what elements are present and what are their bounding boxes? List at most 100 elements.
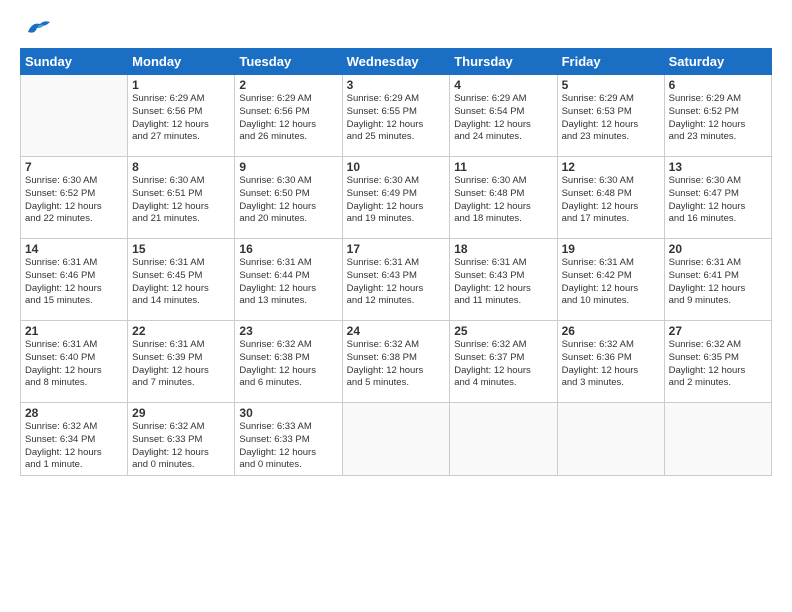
day-info: Sunrise: 6:31 AM Sunset: 6:44 PM Dayligh… [239, 257, 337, 308]
day-info: Sunrise: 6:30 AM Sunset: 6:48 PM Dayligh… [454, 175, 552, 226]
day-number: 16 [239, 242, 337, 256]
calendar-cell: 15Sunrise: 6:31 AM Sunset: 6:45 PM Dayli… [128, 239, 235, 321]
col-header-saturday: Saturday [664, 49, 771, 75]
day-number: 28 [25, 406, 123, 420]
day-number: 2 [239, 78, 337, 92]
day-number: 17 [347, 242, 446, 256]
calendar-cell: 26Sunrise: 6:32 AM Sunset: 6:36 PM Dayli… [557, 321, 664, 403]
calendar-cell [557, 403, 664, 476]
day-number: 13 [669, 160, 767, 174]
calendar-cell: 5Sunrise: 6:29 AM Sunset: 6:53 PM Daylig… [557, 75, 664, 157]
day-number: 4 [454, 78, 552, 92]
day-number: 7 [25, 160, 123, 174]
calendar-cell: 25Sunrise: 6:32 AM Sunset: 6:37 PM Dayli… [450, 321, 557, 403]
day-number: 29 [132, 406, 230, 420]
calendar-cell: 18Sunrise: 6:31 AM Sunset: 6:43 PM Dayli… [450, 239, 557, 321]
col-header-monday: Monday [128, 49, 235, 75]
calendar-cell: 17Sunrise: 6:31 AM Sunset: 6:43 PM Dayli… [342, 239, 450, 321]
calendar-cell: 13Sunrise: 6:30 AM Sunset: 6:47 PM Dayli… [664, 157, 771, 239]
day-number: 12 [562, 160, 660, 174]
day-number: 20 [669, 242, 767, 256]
day-info: Sunrise: 6:32 AM Sunset: 6:35 PM Dayligh… [669, 339, 767, 390]
calendar-cell: 24Sunrise: 6:32 AM Sunset: 6:38 PM Dayli… [342, 321, 450, 403]
day-number: 15 [132, 242, 230, 256]
day-number: 5 [562, 78, 660, 92]
col-header-thursday: Thursday [450, 49, 557, 75]
day-number: 23 [239, 324, 337, 338]
day-number: 18 [454, 242, 552, 256]
calendar-cell: 23Sunrise: 6:32 AM Sunset: 6:38 PM Dayli… [235, 321, 342, 403]
week-row-5: 28Sunrise: 6:32 AM Sunset: 6:34 PM Dayli… [21, 403, 772, 476]
calendar-cell: 3Sunrise: 6:29 AM Sunset: 6:55 PM Daylig… [342, 75, 450, 157]
day-info: Sunrise: 6:29 AM Sunset: 6:54 PM Dayligh… [454, 93, 552, 144]
calendar-cell: 29Sunrise: 6:32 AM Sunset: 6:33 PM Dayli… [128, 403, 235, 476]
day-info: Sunrise: 6:32 AM Sunset: 6:38 PM Dayligh… [239, 339, 337, 390]
day-number: 25 [454, 324, 552, 338]
week-row-3: 14Sunrise: 6:31 AM Sunset: 6:46 PM Dayli… [21, 239, 772, 321]
day-info: Sunrise: 6:30 AM Sunset: 6:48 PM Dayligh… [562, 175, 660, 226]
logo [20, 18, 54, 38]
day-info: Sunrise: 6:31 AM Sunset: 6:41 PM Dayligh… [669, 257, 767, 308]
calendar-cell: 11Sunrise: 6:30 AM Sunset: 6:48 PM Dayli… [450, 157, 557, 239]
day-info: Sunrise: 6:32 AM Sunset: 6:38 PM Dayligh… [347, 339, 446, 390]
calendar-cell: 22Sunrise: 6:31 AM Sunset: 6:39 PM Dayli… [128, 321, 235, 403]
day-number: 10 [347, 160, 446, 174]
day-info: Sunrise: 6:29 AM Sunset: 6:55 PM Dayligh… [347, 93, 446, 144]
day-info: Sunrise: 6:32 AM Sunset: 6:37 PM Dayligh… [454, 339, 552, 390]
day-info: Sunrise: 6:30 AM Sunset: 6:52 PM Dayligh… [25, 175, 123, 226]
day-info: Sunrise: 6:30 AM Sunset: 6:50 PM Dayligh… [239, 175, 337, 226]
day-info: Sunrise: 6:32 AM Sunset: 6:33 PM Dayligh… [132, 421, 230, 472]
day-number: 30 [239, 406, 337, 420]
calendar-cell: 7Sunrise: 6:30 AM Sunset: 6:52 PM Daylig… [21, 157, 128, 239]
week-row-1: 1 Sunrise: 6:29 AM Sunset: 6:56 PM Daylig… [21, 75, 772, 157]
day-info: Sunrise: 6:33 AM Sunset: 6:33 PM Dayligh… [239, 421, 337, 472]
calendar-cell: 1Sunrise: 6:29 AM Sunset: 6:56 PM Daylig… [128, 75, 235, 157]
day-info: Sunrise: 6:31 AM Sunset: 6:39 PM Dayligh… [132, 339, 230, 390]
day-info: Sunrise: 6:31 AM Sunset: 6:40 PM Dayligh… [25, 339, 123, 390]
page: SundayMondayTuesdayWednesdayThursdayFrid… [0, 0, 792, 612]
week-row-2: 7Sunrise: 6:30 AM Sunset: 6:52 PM Daylig… [21, 157, 772, 239]
col-header-tuesday: Tuesday [235, 49, 342, 75]
calendar-cell [450, 403, 557, 476]
day-number: 19 [562, 242, 660, 256]
calendar-cell: 21Sunrise: 6:31 AM Sunset: 6:40 PM Dayli… [21, 321, 128, 403]
day-info: Sunrise: 6:30 AM Sunset: 6:47 PM Dayligh… [669, 175, 767, 226]
calendar-cell [664, 403, 771, 476]
calendar-cell: 20Sunrise: 6:31 AM Sunset: 6:41 PM Dayli… [664, 239, 771, 321]
day-info: Sunrise: 6:32 AM Sunset: 6:36 PM Dayligh… [562, 339, 660, 390]
calendar-cell: 19Sunrise: 6:31 AM Sunset: 6:42 PM Dayli… [557, 239, 664, 321]
calendar-cell: 12Sunrise: 6:30 AM Sunset: 6:48 PM Dayli… [557, 157, 664, 239]
day-info: Sunrise: 6:32 AM Sunset: 6:34 PM Dayligh… [25, 421, 123, 472]
day-info: Sunrise: 6:31 AM Sunset: 6:43 PM Dayligh… [347, 257, 446, 308]
calendar-cell [21, 75, 128, 157]
day-info: Sunrise: 6:29 AM Sunset: 6:52 PM Dayligh… [669, 93, 767, 144]
day-number: 22 [132, 324, 230, 338]
calendar-cell: 16Sunrise: 6:31 AM Sunset: 6:44 PM Dayli… [235, 239, 342, 321]
day-number: 14 [25, 242, 123, 256]
day-info: Sunrise: 6:31 AM Sunset: 6:45 PM Dayligh… [132, 257, 230, 308]
header [20, 18, 772, 38]
day-number: 24 [347, 324, 446, 338]
day-number: 6 [669, 78, 767, 92]
day-info: Sunrise: 6:29 AM Sunset: 6:56 PM Dayligh… [239, 93, 337, 144]
calendar-cell: 8Sunrise: 6:30 AM Sunset: 6:51 PM Daylig… [128, 157, 235, 239]
col-header-wednesday: Wednesday [342, 49, 450, 75]
day-info: Sunrise: 6:30 AM Sunset: 6:49 PM Dayligh… [347, 175, 446, 226]
calendar-cell: 4Sunrise: 6:29 AM Sunset: 6:54 PM Daylig… [450, 75, 557, 157]
day-number: 27 [669, 324, 767, 338]
day-info: Sunrise: 6:31 AM Sunset: 6:43 PM Dayligh… [454, 257, 552, 308]
day-number: 1 [132, 78, 230, 92]
day-number: 21 [25, 324, 123, 338]
week-row-4: 21Sunrise: 6:31 AM Sunset: 6:40 PM Dayli… [21, 321, 772, 403]
day-number: 9 [239, 160, 337, 174]
day-number: 3 [347, 78, 446, 92]
day-number: 26 [562, 324, 660, 338]
calendar-cell [342, 403, 450, 476]
calendar-cell: 30Sunrise: 6:33 AM Sunset: 6:33 PM Dayli… [235, 403, 342, 476]
day-number: 11 [454, 160, 552, 174]
header-row: SundayMondayTuesdayWednesdayThursdayFrid… [21, 49, 772, 75]
calendar-cell: 6Sunrise: 6:29 AM Sunset: 6:52 PM Daylig… [664, 75, 771, 157]
calendar-cell: 9Sunrise: 6:30 AM Sunset: 6:50 PM Daylig… [235, 157, 342, 239]
calendar-cell: 27Sunrise: 6:32 AM Sunset: 6:35 PM Dayli… [664, 321, 771, 403]
logo-bird-icon [24, 18, 52, 38]
